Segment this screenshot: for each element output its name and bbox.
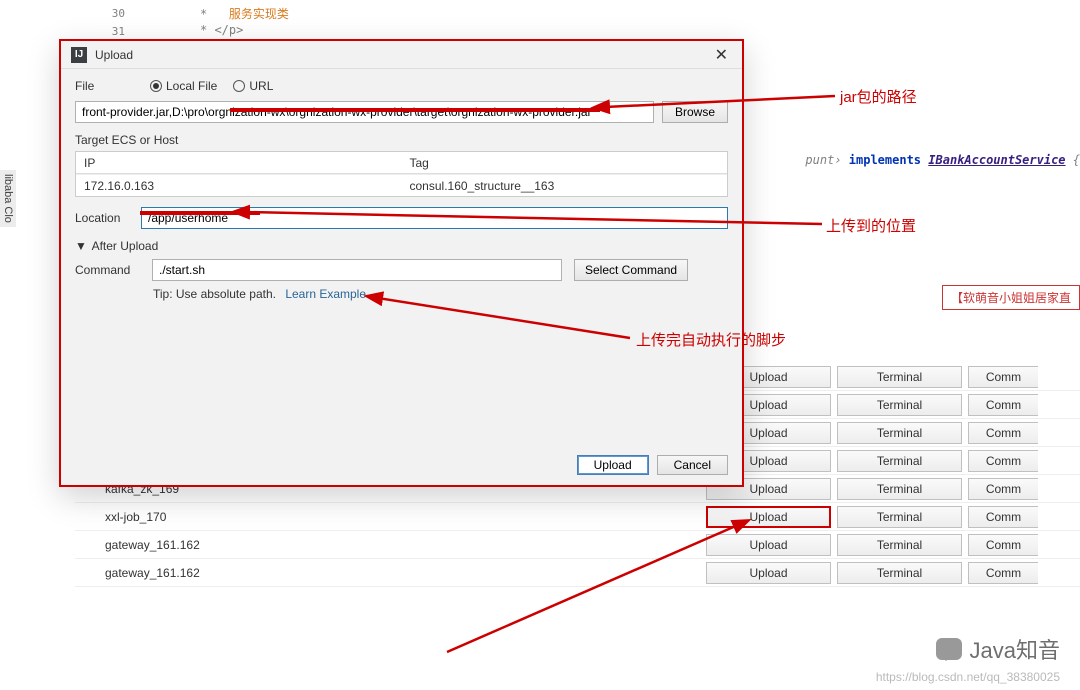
command-button[interactable]: Comm: [968, 506, 1038, 528]
titlebar[interactable]: IJ Upload ✕: [61, 41, 742, 69]
location-input[interactable]: [141, 207, 728, 229]
cancel-button[interactable]: Cancel: [657, 455, 728, 475]
terminal-button[interactable]: Terminal: [837, 562, 962, 584]
terminal-button[interactable]: Terminal: [837, 478, 962, 500]
terminal-button[interactable]: Terminal: [837, 366, 962, 388]
radio-local-file[interactable]: Local File: [150, 79, 217, 93]
notice-banner[interactable]: 【软萌音小姐姐居家直: [942, 285, 1080, 310]
browse-button[interactable]: Browse: [662, 101, 728, 123]
command-button[interactable]: Comm: [968, 534, 1038, 556]
command-label: Command: [75, 263, 140, 277]
command-button[interactable]: Comm: [968, 562, 1038, 584]
annotation-jar-path: jar包的路径: [840, 86, 917, 107]
file-path-input[interactable]: [75, 101, 654, 123]
command-button[interactable]: Comm: [968, 422, 1038, 444]
learn-example-link[interactable]: Learn Example: [285, 287, 366, 301]
radio-url[interactable]: URL: [233, 79, 273, 93]
terminal-button[interactable]: Terminal: [837, 394, 962, 416]
host-name: gateway_161.162: [75, 566, 700, 580]
sidebar-tab[interactable]: libaba Clo: [0, 170, 16, 227]
terminal-button[interactable]: Terminal: [837, 506, 962, 528]
chat-icon: [936, 638, 962, 660]
terminal-button[interactable]: Terminal: [837, 422, 962, 444]
code-line: * </p>: [200, 23, 243, 37]
command-button[interactable]: Comm: [968, 450, 1038, 472]
credit-text: https://blog.csdn.net/qq_38380025: [876, 670, 1060, 684]
tip-text: Tip: Use absolute path.: [153, 287, 276, 301]
terminal-button[interactable]: Terminal: [837, 450, 962, 472]
target-host-label: Target ECS or Host: [75, 133, 728, 147]
code-comment: 服务实现类: [229, 7, 289, 21]
dialog-title: Upload: [95, 48, 711, 62]
upload-confirm-button[interactable]: Upload: [577, 455, 649, 475]
annotation-post-script: 上传完自动执行的脚步: [636, 329, 786, 350]
command-button[interactable]: Comm: [968, 478, 1038, 500]
location-label: Location: [75, 211, 133, 225]
caret-icon[interactable]: ▼: [75, 239, 87, 253]
after-upload-label: After Upload: [92, 239, 159, 253]
upload-button[interactable]: Upload: [706, 562, 831, 584]
host-name: xxl-job_170: [75, 510, 700, 524]
upload-button[interactable]: Upload: [706, 506, 831, 528]
app-icon: IJ: [71, 47, 87, 63]
command-button[interactable]: Comm: [968, 394, 1038, 416]
col-ip: IP: [76, 156, 402, 170]
file-label: File: [75, 79, 150, 93]
annotation-upload-location: 上传到的位置: [826, 215, 916, 236]
watermark: Java知音: [936, 633, 1060, 665]
terminal-button[interactable]: Terminal: [837, 534, 962, 556]
host-name: gateway_161.162: [75, 538, 700, 552]
command-input[interactable]: [152, 259, 562, 281]
line-number: 30: [105, 5, 125, 23]
col-tag: Tag: [402, 156, 728, 170]
select-command-button[interactable]: Select Command: [574, 259, 688, 281]
host-target-table: IP Tag 172.16.0.163 consul.160_structure…: [75, 151, 728, 197]
close-icon[interactable]: ✕: [711, 45, 732, 65]
table-row[interactable]: 172.16.0.163 consul.160_structure__163: [76, 174, 727, 196]
upload-dialog: IJ Upload ✕ File Local File URL Browse T…: [59, 39, 744, 487]
radio-icon: [150, 80, 162, 92]
radio-icon: [233, 80, 245, 92]
upload-button[interactable]: Upload: [706, 534, 831, 556]
command-button[interactable]: Comm: [968, 366, 1038, 388]
